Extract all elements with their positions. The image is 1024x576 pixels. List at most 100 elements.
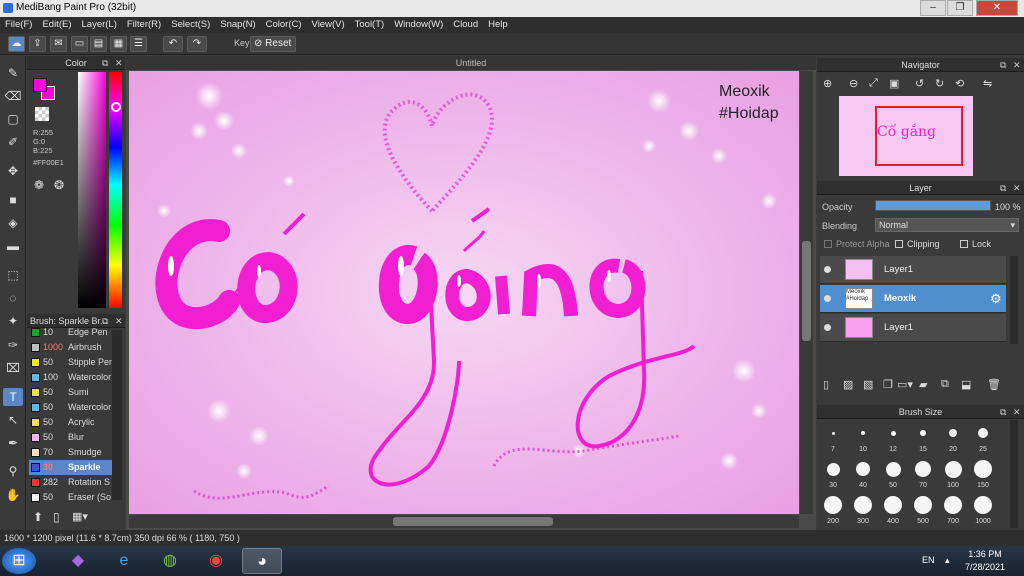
minimize-button[interactable]: – [920, 0, 946, 16]
brush-item[interactable]: 70 Smudge [29, 445, 113, 460]
document-icon[interactable]: ▤ [90, 36, 107, 52]
popout-icon[interactable]: ⧉ [1000, 405, 1006, 419]
share-icon[interactable]: ⇪ [29, 36, 46, 52]
close-icon[interactable]: ✕ [1013, 58, 1021, 72]
brush-size-dot[interactable] [944, 460, 962, 478]
new-halftone-layer-icon[interactable]: ▨ [843, 378, 853, 391]
cloud-icon[interactable]: ☁ [8, 36, 25, 52]
menu-filter[interactable]: Filter(R) [122, 17, 166, 33]
visibility-icon[interactable] [824, 295, 831, 302]
flip-icon[interactable]: ⇋ [983, 77, 992, 90]
app-icon-green[interactable]: ◍ [150, 548, 190, 574]
magic-wand-tool-icon[interactable]: ✦ [3, 312, 23, 330]
menu-color[interactable]: Color(C) [261, 17, 307, 33]
brush-item[interactable]: 50 Blur [29, 430, 113, 445]
layer-row-selected[interactable]: Meoxik #Hoidap Meoxik ⚙ [820, 285, 1006, 313]
select-eraser-tool-icon[interactable]: ⌧ [3, 359, 23, 377]
brush-size-dot[interactable] [861, 431, 865, 435]
fill-rect-tool-icon[interactable]: ■ [3, 191, 23, 209]
brush-item[interactable]: 50 Acrylic [29, 415, 113, 430]
list-icon[interactable]: ☰ [130, 36, 147, 52]
layer-scrollbar[interactable] [1010, 256, 1018, 344]
palette-icon[interactable]: ❁ [34, 178, 44, 192]
brush-size-dot[interactable] [920, 430, 926, 436]
reset-button[interactable]: ⊘ Reset [250, 36, 296, 52]
bucket-tool-icon[interactable]: ◈ [3, 214, 23, 232]
blending-select[interactable]: Normal ▾ [875, 218, 1019, 232]
redo-icon[interactable]: ↷ [187, 36, 207, 52]
new-layer-icon[interactable]: ▯ [823, 378, 829, 391]
layer-menu-icon[interactable]: ▭▾ [897, 378, 913, 391]
brush-size-dot[interactable] [854, 496, 872, 514]
eraser-tool-icon[interactable]: ⌫ [3, 87, 23, 105]
brush-size-dot[interactable] [915, 461, 931, 477]
chrome-icon[interactable]: ◉ [196, 548, 236, 574]
brush-size-dot[interactable] [890, 430, 896, 436]
brush-size-dot[interactable] [831, 431, 835, 435]
actual-size-icon[interactable]: ▣ [889, 77, 899, 90]
brush-item[interactable]: 282 Rotation S [29, 475, 113, 490]
grid-icon[interactable]: ▦ [110, 36, 127, 52]
menu-file[interactable]: File(F) [0, 17, 37, 33]
hand-tool-icon[interactable]: ✋ [3, 486, 23, 504]
copy-layer-icon[interactable]: ⧉ [941, 378, 949, 391]
brush-item[interactable]: 30 Sparkle [29, 460, 113, 475]
popout-icon[interactable]: ⧉ [1000, 181, 1006, 195]
close-icon[interactable]: ✕ [1013, 181, 1021, 195]
primary-color-swatch[interactable] [33, 78, 47, 92]
delete-layer-icon[interactable]: 🗑 [987, 378, 1001, 391]
brush-size-dot[interactable] [824, 496, 842, 514]
lock-checkbox[interactable] [960, 240, 968, 248]
lasso-tool-icon[interactable]: ◌ [3, 289, 23, 307]
restore-button[interactable]: ❐ [947, 0, 973, 16]
menu-tool[interactable]: Tool(T) [350, 17, 390, 33]
menu-view[interactable]: View(V) [307, 17, 350, 33]
layer-row[interactable]: Layer1 [820, 314, 1006, 342]
new-8bit-layer-icon[interactable]: ▧ [863, 378, 873, 391]
operation-tool-icon[interactable]: ↖ [3, 411, 23, 429]
brush-item[interactable]: 10 Edge Pen [29, 325, 113, 340]
brush-size-dot[interactable] [944, 496, 962, 514]
canvas-tab[interactable]: Untitled [126, 56, 816, 70]
brush-size-dot[interactable] [885, 461, 901, 477]
brush-size-dot[interactable] [914, 496, 932, 514]
brush-item[interactable]: 50 Stipple Pen [29, 355, 113, 370]
page-icon[interactable]: ▭ [71, 36, 88, 52]
rotate-right-icon[interactable]: ↻ [935, 77, 944, 90]
brush-size-dot[interactable] [949, 429, 957, 437]
brush-size-dot[interactable] [856, 462, 870, 476]
close-icon[interactable]: ✕ [115, 56, 123, 70]
brush-add-icon[interactable]: ⬆ [33, 510, 43, 524]
brush-tool-icon[interactable]: ✎ [3, 64, 23, 82]
drawing-canvas[interactable]: Meoxik #Hoidap Cố gắng [129, 71, 799, 514]
brush-size-dot[interactable] [974, 496, 992, 514]
tray-expand-icon[interactable]: ▴ [945, 555, 950, 566]
visibility-icon[interactable] [824, 324, 831, 331]
brush-size-dot[interactable] [884, 496, 902, 514]
brush-item[interactable]: 50 Watercolor [29, 400, 113, 415]
zoom-in-icon[interactable]: ⊕ [823, 77, 832, 90]
menu-snap[interactable]: Snap(N) [215, 17, 260, 33]
comment-icon[interactable]: ✉ [50, 36, 67, 52]
horizontal-scroll-thumb[interactable] [393, 517, 553, 526]
color-settings-icon[interactable]: ❂ [54, 178, 64, 192]
brush-size-scrollbar[interactable] [1010, 420, 1018, 528]
select-pen-tool-icon[interactable]: ✑ [3, 336, 23, 354]
brush-item[interactable]: 100 Watercolor [29, 370, 113, 385]
select-tool-icon[interactable]: ⬚ [3, 266, 23, 284]
internet-explorer-icon[interactable]: e [104, 548, 144, 574]
merge-down-icon[interactable]: ⬓ [961, 378, 971, 391]
vertical-scroll-thumb[interactable] [802, 241, 811, 341]
brush-item[interactable]: 50 Sumi [29, 385, 113, 400]
pen-tool-icon[interactable]: ✐ [3, 133, 23, 151]
clipping-checkbox[interactable] [895, 240, 903, 248]
medibang-taskbar-icon[interactable]: ◕ [242, 548, 282, 574]
clock[interactable]: 1:36 PM 7/28/2021 [960, 548, 1010, 574]
language-indicator[interactable]: EN [922, 555, 935, 565]
brush-size-dot[interactable] [974, 460, 992, 478]
menu-window[interactable]: Window(W) [389, 17, 448, 33]
reset-rotation-icon[interactable]: ⟲ [955, 77, 964, 90]
navigator-preview[interactable]: Cố gắng [839, 96, 973, 176]
fit-icon[interactable]: ⤢ [869, 77, 878, 90]
rotate-left-icon[interactable]: ↺ [915, 77, 924, 90]
